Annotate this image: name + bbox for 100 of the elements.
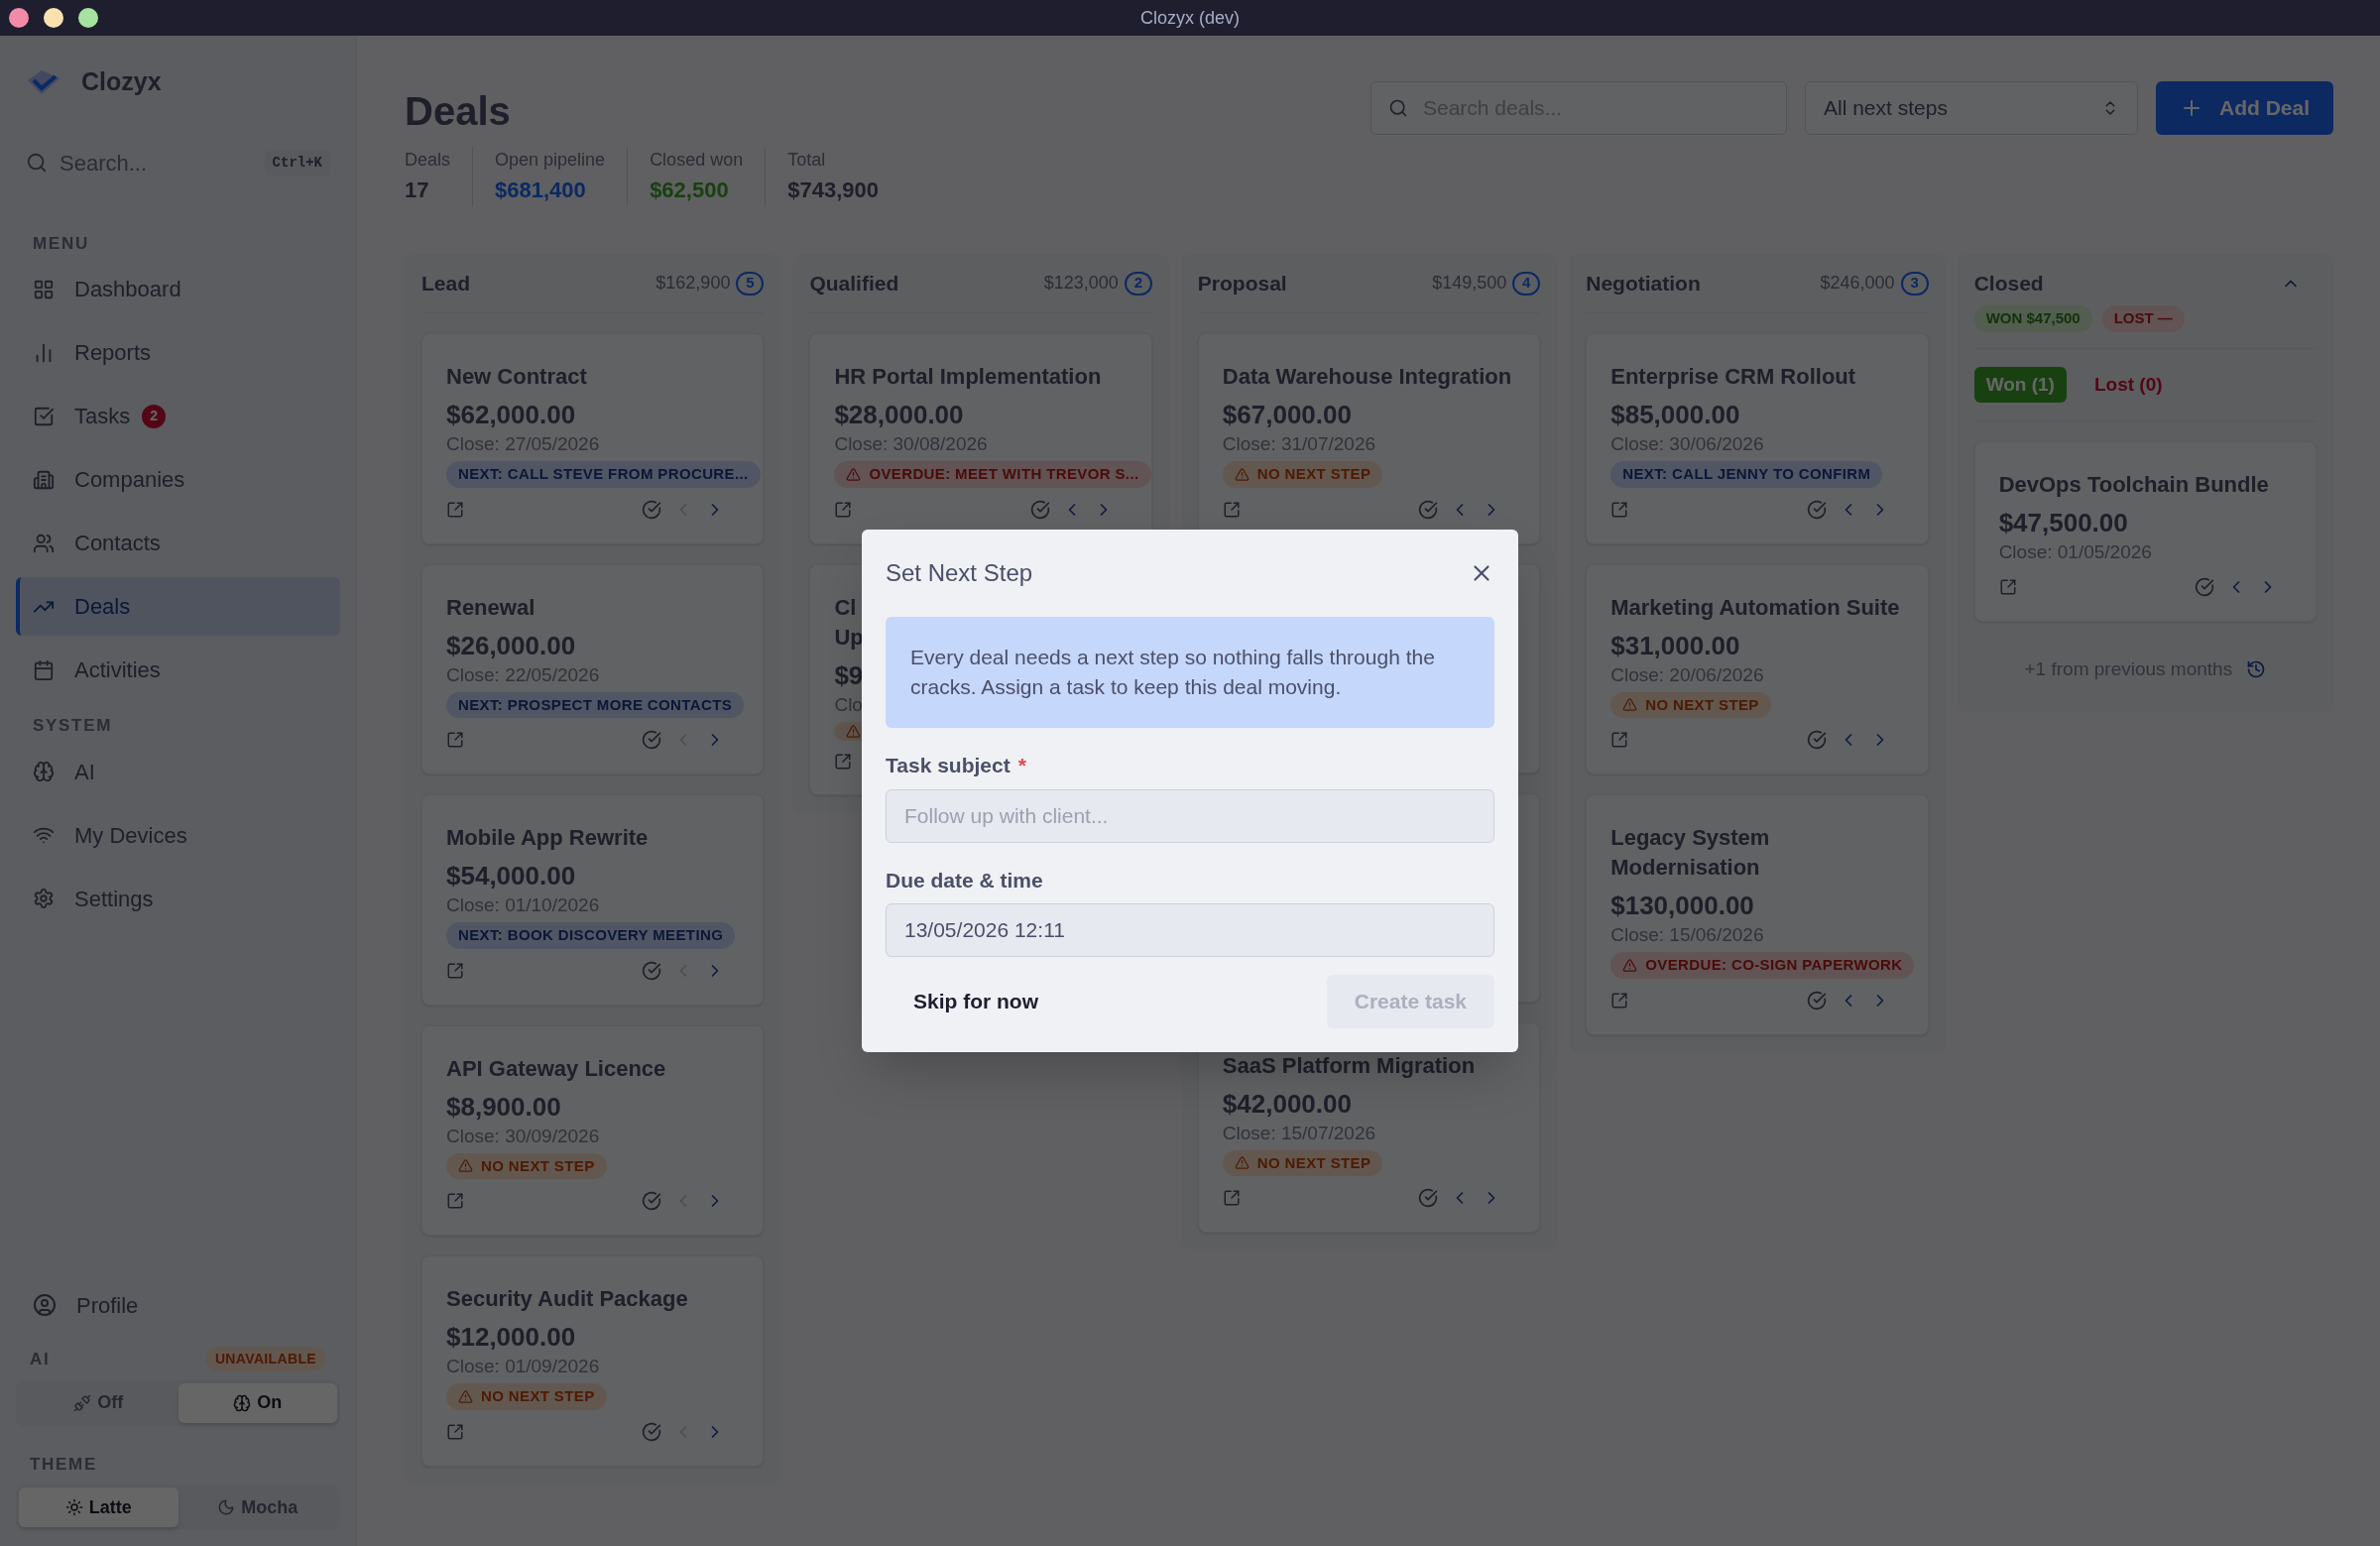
column-title: Negotiation bbox=[1586, 270, 1701, 297]
check-circle-icon[interactable] bbox=[2195, 577, 2215, 597]
column-title: Proposal bbox=[1197, 270, 1287, 297]
column-title: Qualified bbox=[809, 270, 899, 297]
external-link-icon[interactable] bbox=[446, 1192, 464, 1210]
shortcut-key: Ctrl+K bbox=[264, 150, 330, 176]
deal-amount: $9 bbox=[834, 658, 864, 692]
settings-icon bbox=[33, 888, 55, 909]
check-circle-icon[interactable] bbox=[1029, 499, 1050, 520]
next-step-badge: NO NEXT STEP bbox=[1222, 461, 1383, 488]
external-link-icon[interactable] bbox=[446, 500, 464, 519]
user-icon bbox=[33, 1293, 57, 1317]
checkbox-icon bbox=[33, 405, 55, 427]
deal-amount: $130,000.00 bbox=[1610, 890, 1754, 922]
stat-value: 17 bbox=[405, 177, 430, 204]
profile-link[interactable]: Profile bbox=[16, 1277, 340, 1333]
next-step-badge: NEXT: BOOK DISCOVERY MEETING bbox=[446, 922, 736, 949]
external-link-icon[interactable] bbox=[1998, 578, 2017, 596]
dialog-button[interactable]: Skip for now bbox=[886, 975, 1066, 1028]
nav-item[interactable]: Settings bbox=[16, 869, 340, 928]
deal-title: Cl bbox=[834, 593, 857, 622]
external-link-icon[interactable] bbox=[446, 1422, 464, 1441]
check-circle-icon[interactable] bbox=[642, 1421, 662, 1442]
next-step-badge: NEXT: CALL STEVE FROM PROCURE... bbox=[446, 461, 761, 488]
check-circle-icon[interactable] bbox=[1806, 990, 1827, 1011]
warning-icon bbox=[1234, 466, 1250, 482]
warning-icon bbox=[1234, 1155, 1250, 1171]
deal-title: SaaS Platform Migration bbox=[1222, 1051, 1476, 1080]
deal-title: Up bbox=[834, 623, 864, 652]
deal-amount: $8,900.00 bbox=[446, 1090, 561, 1124]
search-icon bbox=[1388, 98, 1408, 118]
count-badge: 2 bbox=[142, 404, 167, 428]
deal-amount: $67,000.00 bbox=[1222, 399, 1352, 431]
deal-amount: $12,000.00 bbox=[446, 1321, 576, 1354]
external-link-icon[interactable] bbox=[1222, 500, 1241, 519]
deal-title: DevOps Toolchain Bundle bbox=[1998, 471, 2269, 499]
external-link-icon[interactable] bbox=[834, 752, 853, 771]
sun-icon bbox=[64, 1498, 83, 1516]
count-badge: 5 bbox=[736, 271, 765, 296]
nav-item[interactable]: Dashboard bbox=[16, 260, 340, 318]
check-circle-icon[interactable] bbox=[1418, 1188, 1439, 1208]
check-circle-icon[interactable] bbox=[642, 960, 662, 981]
deal-amount: $31,000.00 bbox=[1610, 629, 1740, 662]
stat-value: $681,400 bbox=[495, 177, 587, 204]
segment-option[interactable]: Latte bbox=[19, 1487, 178, 1527]
add-deal-button[interactable]: Add Deal bbox=[2156, 81, 2333, 135]
window-title: Clozyx (dev) bbox=[1140, 6, 1240, 30]
external-link-icon[interactable] bbox=[1610, 991, 1629, 1010]
warning-icon bbox=[846, 466, 862, 482]
deal-amount: $42,000.00 bbox=[1222, 1087, 1352, 1121]
text-field[interactable]: 13/05/2026 12:11 bbox=[886, 903, 1494, 957]
check-circle-icon[interactable] bbox=[642, 730, 662, 750]
app-name: Clozyx bbox=[81, 66, 162, 97]
external-link-icon[interactable] bbox=[1610, 731, 1629, 749]
deal-amount: $47,500.00 bbox=[1998, 507, 2128, 539]
external-link-icon[interactable] bbox=[1222, 1189, 1241, 1207]
check-circle-icon[interactable] bbox=[1806, 730, 1827, 750]
deal-title: Mobile App Rewrite bbox=[446, 824, 649, 852]
check-circle-icon[interactable] bbox=[1418, 499, 1439, 520]
deal-title: Marketing Automation Suite bbox=[1610, 593, 1900, 622]
nav-item[interactable]: Tasks 2 bbox=[16, 387, 340, 445]
deal-amount: $54,000.00 bbox=[446, 860, 576, 892]
info-text: Every deal needs a next step so nothing falls through the cracks. Assign a task to keep this deal moving. bbox=[910, 645, 1436, 700]
nav-item[interactable]: Deals bbox=[16, 577, 340, 636]
tab[interactable]: Lost (0) bbox=[2082, 366, 2175, 403]
text-field[interactable]: Follow up with client... bbox=[886, 788, 1494, 843]
close-window-button[interactable] bbox=[9, 8, 29, 28]
external-link-icon[interactable] bbox=[446, 731, 464, 749]
check-circle-icon[interactable] bbox=[1806, 499, 1827, 520]
status-badge: UNAVAILABLE bbox=[204, 1347, 326, 1372]
next-step-badge: NEXT: PROSPECT MORE CONTACTS bbox=[446, 691, 745, 718]
check-circle-icon[interactable] bbox=[642, 1191, 662, 1211]
external-link-icon[interactable] bbox=[446, 961, 464, 980]
history-icon[interactable] bbox=[2246, 659, 2267, 680]
deal-title: Enterprise CRM Rollout bbox=[1610, 363, 1856, 391]
next-step-badge: NO NEXT STEP bbox=[1222, 1149, 1383, 1176]
segment-option[interactable]: On bbox=[178, 1382, 337, 1423]
nav-item[interactable]: Contacts bbox=[16, 514, 340, 572]
nav-item[interactable]: Activities bbox=[16, 641, 340, 699]
filter-select[interactable]: All next steps bbox=[1805, 81, 2138, 135]
nav-item[interactable]: Companies bbox=[16, 450, 340, 509]
nav-item[interactable]: Reports bbox=[16, 323, 340, 382]
field-label: Due date & time bbox=[886, 867, 1043, 893]
next-step-badge: OVERDUE: CO-SIGN PAPERWORK bbox=[1610, 952, 1915, 979]
maximize-window-button[interactable] bbox=[78, 8, 98, 28]
nav-item[interactable]: My Devices bbox=[16, 805, 340, 865]
external-link-icon[interactable] bbox=[834, 500, 853, 519]
tab[interactable]: Won (1) bbox=[1973, 366, 2067, 403]
count-badge: 2 bbox=[1124, 271, 1152, 296]
unplug-icon bbox=[73, 1393, 92, 1412]
count-badge: 4 bbox=[1512, 271, 1541, 296]
calendar-icon bbox=[33, 658, 55, 681]
minimize-window-button[interactable] bbox=[44, 8, 63, 28]
warning-icon bbox=[1622, 697, 1638, 713]
lost-badge: LOST — bbox=[2101, 305, 2185, 332]
check-circle-icon[interactable] bbox=[642, 499, 662, 520]
nav-item[interactable]: AI bbox=[16, 742, 340, 801]
external-link-icon[interactable] bbox=[1610, 500, 1629, 519]
deal-title: Security Audit Package bbox=[446, 1285, 688, 1313]
building-icon bbox=[33, 468, 55, 491]
